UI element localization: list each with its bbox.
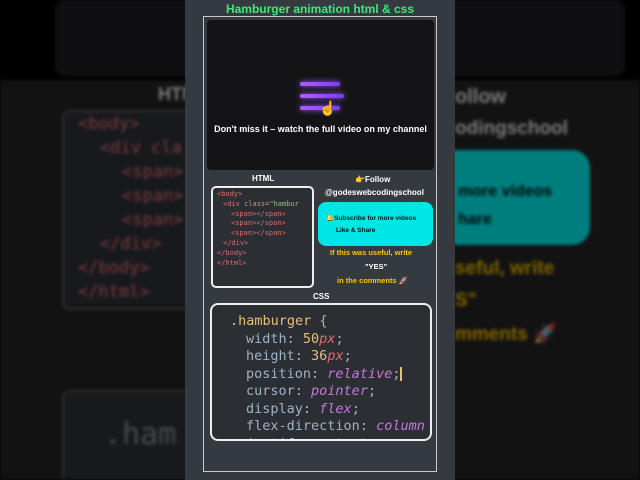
hamburger-line bbox=[300, 82, 340, 86]
like-share-line: Like & Share bbox=[336, 227, 376, 234]
css-prop: justify-content bbox=[246, 436, 368, 440]
css-code-block: .hamburger { width: 50px; height: 36px; … bbox=[210, 303, 432, 441]
css-rule-line: width: 50px; bbox=[246, 330, 344, 347]
pointer-cursor-icon: ☝ bbox=[319, 100, 337, 116]
html-code-line: <span></span> bbox=[231, 219, 286, 228]
css-prop: width bbox=[246, 330, 287, 347]
css-rule-line: height: 36px; bbox=[246, 348, 352, 364]
useful-text: If this was useful, write bbox=[330, 248, 413, 257]
bg-useful-text: seful, write bbox=[455, 258, 555, 279]
css-prop: flex-direction bbox=[246, 418, 360, 434]
css-rule-line: display: flex; bbox=[246, 400, 360, 417]
html-code-line: </div> bbox=[223, 238, 249, 247]
css-prop: position bbox=[246, 365, 312, 382]
html-code-line: <span></span> bbox=[231, 229, 286, 238]
subscribe-line: 🔔Subscribe for more videos bbox=[326, 215, 417, 222]
css-label: CSS bbox=[313, 292, 330, 301]
video-caption: Don't miss it – watch the full video on … bbox=[214, 124, 427, 134]
css-value: 36 bbox=[311, 348, 328, 364]
css-selector: .hamburger bbox=[230, 313, 312, 329]
css-prop: cursor bbox=[246, 383, 295, 399]
video-preview[interactable]: ☝ Don't miss it – watch the full video o… bbox=[207, 20, 434, 170]
css-rule-line: position: relative; bbox=[246, 365, 403, 382]
follow-text: 👉Follow bbox=[355, 175, 391, 184]
comments-text: in the comments 🚀 bbox=[337, 276, 409, 285]
main-panel: Hamburger animation html & css ☝ Don't m… bbox=[185, 0, 455, 480]
css-keyword: column bbox=[376, 418, 425, 434]
channel-handle[interactable]: @godeswebcodingschool bbox=[325, 188, 424, 197]
html-label: HTML bbox=[252, 174, 275, 183]
css-unit: px bbox=[319, 330, 336, 347]
css-unit: px bbox=[327, 348, 344, 364]
css-brace: { bbox=[319, 313, 328, 329]
page-title: Hamburger animation html & css bbox=[225, 2, 415, 16]
bg-comments-text: mments 🚀 bbox=[455, 324, 557, 345]
bg-handle-text: odingschool bbox=[455, 118, 568, 139]
css-rule-line: flex-direction: column bbox=[246, 418, 425, 434]
html-code-line: <span></span> bbox=[231, 209, 286, 218]
css-selector-line: .hamburger { bbox=[230, 313, 430, 331]
css-keyword: relative bbox=[327, 365, 393, 382]
yes-text: "YES" bbox=[365, 262, 388, 271]
html-code-line: </body> bbox=[217, 248, 247, 257]
css-keyword: flex bbox=[319, 400, 352, 417]
html-code-line: <body> bbox=[217, 190, 243, 198]
hamburger-line bbox=[300, 94, 344, 98]
bg-subscribe-box: more videos hare bbox=[440, 150, 590, 245]
css-prop: height bbox=[246, 348, 295, 364]
css-keyword: space bbox=[384, 436, 425, 440]
css-rule-line: cursor: pointer; bbox=[246, 383, 377, 399]
html-code-block: <body> <div class="hambur <span></span> … bbox=[211, 186, 314, 288]
html-code-line: <div class="hambur bbox=[223, 199, 299, 208]
text-caret bbox=[400, 366, 403, 381]
css-value: 50 bbox=[302, 330, 320, 347]
css-prop: display bbox=[246, 400, 303, 417]
html-code-line: </html> bbox=[217, 258, 247, 267]
bg-quote-text: S" bbox=[455, 290, 477, 311]
bg-follow-text: ollow bbox=[455, 86, 507, 108]
bg-sub-line: hare bbox=[458, 211, 492, 228]
css-rule-line: justify-content: space bbox=[230, 436, 430, 440]
bg-sub-line: more videos bbox=[458, 183, 553, 200]
css-keyword: pointer bbox=[311, 383, 368, 399]
subscribe-box[interactable]: 🔔Subscribe for more videos Like & Share bbox=[318, 202, 433, 246]
